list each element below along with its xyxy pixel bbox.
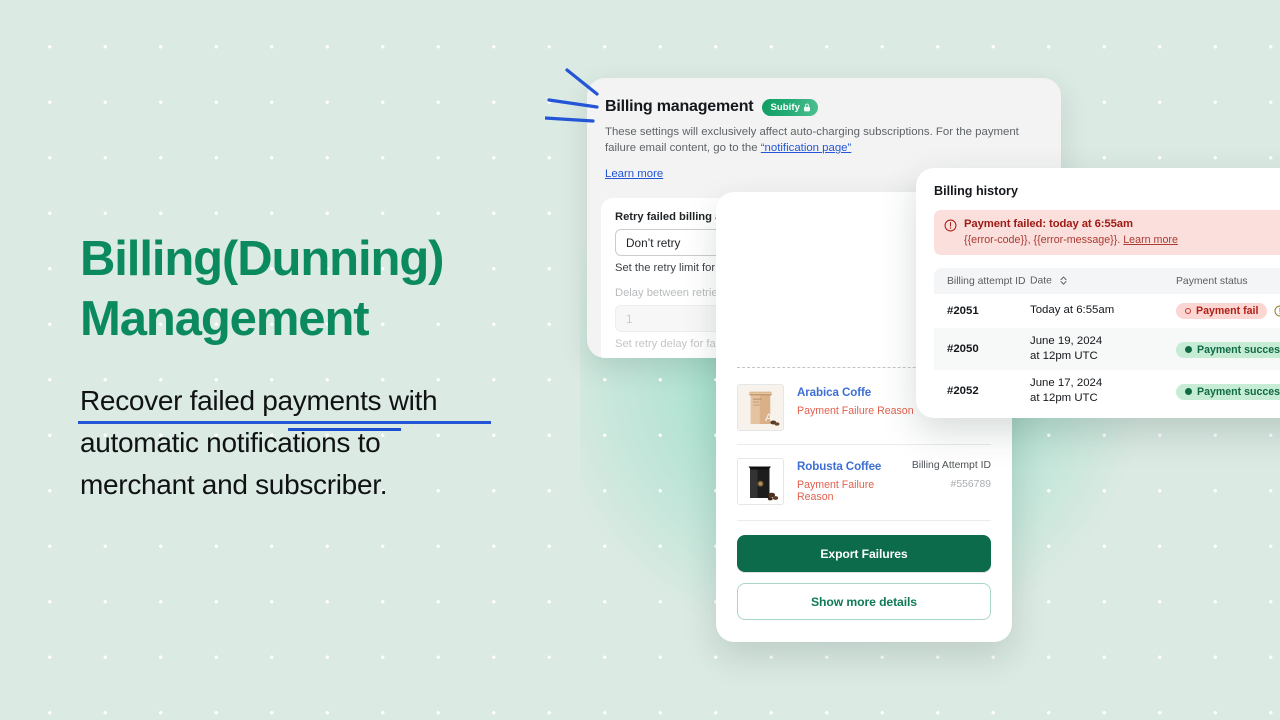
product-attempt-meta: Billing Attempt ID #556789	[912, 458, 991, 490]
column-header-date[interactable]: Date	[1030, 275, 1176, 287]
actions-divider	[737, 520, 991, 521]
product-info: Robusta Coffee Payment Failure Reason	[797, 458, 899, 503]
table-row[interactable]: #2052 June 17, 2024 at 12pm UTC Payment …	[934, 370, 1280, 412]
alert-body: Payment failed: today at 6:55am {{error-…	[964, 218, 1178, 246]
settings-title-row: Billing management Subify	[605, 98, 1043, 116]
column-header-payment-status: Payment status	[1176, 275, 1248, 287]
settings-card-header: Billing management Subify These settings…	[587, 78, 1061, 182]
status-badge: Payment success	[1176, 341, 1280, 358]
cell-billing-attempt-id: #2052	[947, 385, 979, 397]
cell-date-line-1: June 17, 2024	[1030, 376, 1103, 389]
cell-billing-attempt-id: #2051	[947, 305, 979, 317]
export-failures-button[interactable]: Export Failures	[737, 535, 991, 572]
subcopy-line-1-wrap: Recover failed payments with	[78, 380, 491, 431]
product-attempt-label: Billing Attempt ID	[911, 460, 991, 471]
cell-payment-status: Payment success	[1176, 382, 1280, 400]
status-dot-solid-icon	[1185, 346, 1192, 353]
column-header-billing-attempt-id: Billing attempt ID	[947, 275, 1026, 287]
alert-learn-more-link[interactable]: Learn more	[1123, 234, 1178, 246]
notification-page-link[interactable]: “notification page”	[761, 142, 852, 154]
status-dot-hollow-icon	[1185, 308, 1191, 314]
cell-date-line-2: at 12pm UTC	[1030, 350, 1098, 362]
product-attempt-id: #556789	[950, 479, 991, 490]
cell-date: Today at 6:55am	[1030, 303, 1176, 318]
status-badge-label: Payment fail	[1196, 305, 1259, 317]
cell-date: June 17, 2024 at 12pm UTC	[1030, 376, 1176, 406]
lock-icon	[804, 103, 811, 111]
cell-billing-attempt-id: #2050	[947, 343, 979, 355]
status-badge-label: Payment success	[1197, 385, 1280, 398]
cell-date: June 19, 2024 at 12pm UTC	[1030, 334, 1176, 364]
subcopy-underline-long	[78, 421, 491, 424]
learn-more-link[interactable]: Learn more	[605, 168, 663, 180]
table-row[interactable]: #2050 June 19, 2024 at 12pm UTC Payment …	[934, 328, 1280, 370]
product-name[interactable]: Robusta Coffee	[797, 460, 899, 473]
settings-card-title: Billing management	[605, 98, 754, 115]
cell-date-line-1: June 19, 2024	[1030, 334, 1103, 347]
retry-limit-value: Don’t retry	[626, 235, 681, 250]
product-thumbnail-robusta	[737, 458, 784, 505]
subify-badge: Subify	[762, 98, 819, 116]
status-wrap: Payment fail	[1176, 303, 1280, 319]
cell-date-line-1: Today at 6:55am	[1030, 304, 1115, 317]
product-failure-reason: Payment Failure Reason	[797, 479, 875, 503]
table-row[interactable]: #2051 Today at 6:55am Payment fail	[934, 294, 1280, 328]
status-dot-solid-icon	[1185, 388, 1192, 395]
settings-description: These settings will exclusively affect a…	[605, 124, 1037, 156]
subify-badge-label: Subify	[770, 101, 801, 113]
status-badge-label: Payment success	[1197, 343, 1280, 356]
headline-line-2: Management	[80, 291, 370, 346]
table-header-row: Billing attempt ID Date Payment status	[934, 268, 1280, 294]
coffee-bag-black-icon	[738, 459, 783, 504]
subcopy-underline-short	[288, 428, 401, 431]
product-thumbnail-arabica: A	[737, 384, 784, 431]
subcopy-line-1: Recover failed payments with	[80, 384, 438, 416]
alert-message: {{error-code}}, {{error-message}}. Learn…	[964, 234, 1178, 246]
page-title: Billing(Dunning) Management	[80, 230, 550, 350]
cell-date-line-2: at 12pm UTC	[1030, 392, 1098, 404]
billing-history-title: Billing history	[934, 184, 1018, 198]
retry-delay-value: 1	[626, 311, 633, 326]
alert-title: Payment failed: today at 6:55am	[964, 218, 1133, 230]
info-alert-icon[interactable]	[1274, 305, 1280, 317]
coffee-bag-tan-icon: A	[738, 385, 783, 430]
alert-message-text: {{error-code}}, {{error-message}}.	[964, 234, 1124, 246]
show-more-details-button[interactable]: Show more details	[737, 583, 991, 620]
billing-history-table: Billing attempt ID Date Payment status #…	[934, 268, 1280, 412]
list-item[interactable]: Robusta Coffee Payment Failure Reason Bi…	[737, 444, 991, 518]
subcopy-line-3: merchant and subscriber.	[80, 468, 388, 500]
hero-copy: Billing(Dunning) Management Recover fail…	[78, 230, 550, 506]
billing-history-card: Billing history Payment failed: today at…	[916, 168, 1280, 418]
status-badge: Payment fail	[1176, 303, 1268, 319]
sort-chevrons-icon[interactable]	[1059, 275, 1068, 286]
cell-payment-status: Payment fail	[1176, 303, 1280, 319]
cell-payment-status: Payment success	[1176, 340, 1280, 358]
column-header-date-label: Date	[1030, 275, 1052, 287]
hero-subcopy: Recover failed payments with automatic n…	[78, 380, 550, 506]
alert-circle-icon	[944, 219, 957, 232]
headline-line-1: Billing(Dunning)	[80, 232, 445, 286]
status-badge: Payment success	[1176, 383, 1280, 400]
payment-failed-alert: Payment failed: today at 6:55am {{error-…	[934, 210, 1280, 255]
